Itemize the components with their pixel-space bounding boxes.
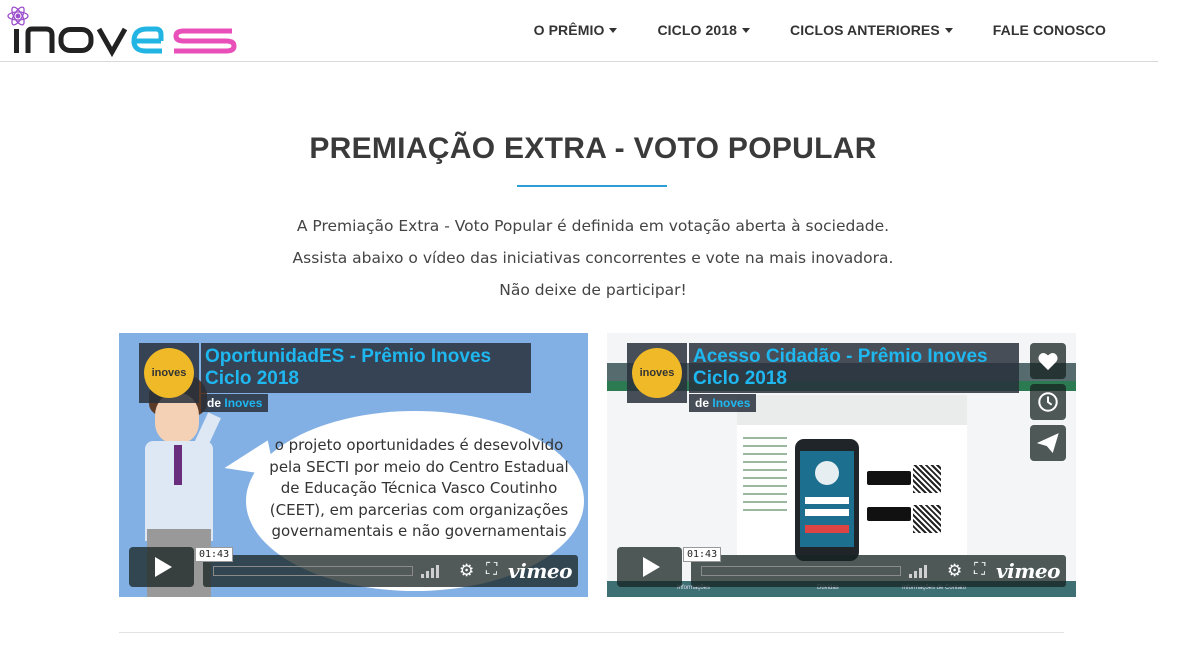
inoves-logo[interactable] xyxy=(6,4,238,58)
caret-down-icon xyxy=(944,27,953,33)
intro-line: Não deixe de participar! xyxy=(499,281,687,299)
character-tie xyxy=(174,445,182,485)
phone-field xyxy=(805,497,849,504)
main-nav: O PRÊMIO CICLO 2018 CICLOS ANTERIORES FA… xyxy=(514,0,1126,60)
byline-prefix: de xyxy=(695,396,710,410)
section-divider xyxy=(119,632,1064,633)
page-title: PREMIAÇÃO EXTRA - VOTO POPULAR xyxy=(309,132,877,165)
video-title-line: Acesso Cidadão - Prêmio Inoves xyxy=(693,346,988,367)
website-header xyxy=(737,395,967,425)
phone-button xyxy=(805,525,849,533)
volume-icon[interactable] xyxy=(421,564,445,578)
nav-ciclo-2018[interactable]: CICLO 2018 xyxy=(637,22,770,38)
video-title-line: Ciclo 2018 xyxy=(205,368,299,389)
phone-field xyxy=(805,509,849,516)
progress-bar[interactable] xyxy=(213,566,413,576)
video-byline: de Inoves xyxy=(689,394,757,412)
volume-icon[interactable] xyxy=(909,564,933,578)
qr-code-icon xyxy=(913,505,941,533)
play-icon xyxy=(155,557,172,577)
author-link[interactable]: Inoves xyxy=(712,396,750,410)
intro-line: Assista abaixo o vídeo das iniciativas c… xyxy=(292,249,894,267)
video-title-line: OportunidadES - Prêmio Inoves xyxy=(205,346,492,367)
author-link[interactable]: Inoves xyxy=(224,396,262,410)
byline-prefix: de xyxy=(207,396,222,410)
app-store-badge xyxy=(867,507,911,521)
caret-down-icon xyxy=(742,27,751,33)
video-player-oportunidades[interactable]: o projeto oportunidades é desevolvido pe… xyxy=(119,333,588,597)
player-controls: ⚙ ⛶ vimeo xyxy=(203,555,578,587)
google-play-badge xyxy=(867,471,911,485)
caret-down-icon xyxy=(609,27,618,33)
nav-o-premio[interactable]: O PRÊMIO xyxy=(514,22,638,38)
top-navbar: O PRÊMIO CICLO 2018 CICLOS ANTERIORES FA… xyxy=(0,0,1158,62)
title-underline xyxy=(517,185,667,187)
channel-avatar[interactable]: inoves xyxy=(627,343,687,403)
gear-icon[interactable]: ⚙ xyxy=(947,562,962,580)
state-seal-icon xyxy=(815,461,839,485)
channel-avatar-logo: inoves xyxy=(144,348,194,398)
nav-label: FALE CONOSCO xyxy=(992,22,1106,38)
nav-label: CICLO 2018 xyxy=(657,22,738,38)
progress-bar[interactable] xyxy=(701,566,901,576)
share-button[interactable] xyxy=(1030,425,1066,461)
gear-icon[interactable]: ⚙ xyxy=(459,562,474,580)
duration-label: 01:43 xyxy=(195,547,234,562)
video-title[interactable]: Acesso Cidadão - Prêmio Inoves Ciclo 201… xyxy=(689,343,1019,393)
nav-ciclos-anteriores[interactable]: CICLOS ANTERIORES xyxy=(770,22,973,38)
player-controls: ⚙ ⛶ vimeo xyxy=(691,555,1066,587)
phone-screen xyxy=(800,451,854,547)
fullscreen-icon[interactable]: ⛶ xyxy=(486,561,497,579)
vimeo-logo[interactable]: vimeo xyxy=(508,559,572,583)
play-icon xyxy=(643,557,660,577)
paper-plane-icon xyxy=(1037,433,1059,453)
nav-fale-conosco[interactable]: FALE CONOSCO xyxy=(973,22,1126,38)
play-button[interactable] xyxy=(617,547,682,587)
video-player-acesso-cidadao[interactable]: Informações Dúvidas Informações de Conta… xyxy=(607,333,1076,597)
intro-text: A Premiação Extra - Voto Popular é defin… xyxy=(0,210,1186,306)
video-title-line: Ciclo 2018 xyxy=(693,368,787,389)
speech-bubble-text: o projeto oportunidades é desevolvido pe… xyxy=(269,436,569,540)
intro-line: A Premiação Extra - Voto Popular é defin… xyxy=(296,217,890,235)
channel-avatar[interactable]: inoves xyxy=(139,343,199,403)
clock-icon xyxy=(1038,392,1058,412)
play-button[interactable] xyxy=(129,547,194,587)
atom-icon xyxy=(7,6,29,26)
qr-code-icon xyxy=(913,465,941,493)
duration-label: 01:43 xyxy=(683,547,722,562)
nav-label: O PRÊMIO xyxy=(533,22,605,38)
like-button[interactable] xyxy=(1030,343,1066,379)
video-title[interactable]: OportunidadES - Prêmio Inoves Ciclo 2018 xyxy=(201,343,531,393)
logo-graphic xyxy=(7,6,237,58)
vimeo-logo[interactable]: vimeo xyxy=(996,559,1060,583)
nav-label: CICLOS ANTERIORES xyxy=(790,22,940,38)
fullscreen-icon[interactable]: ⛶ xyxy=(974,561,985,579)
video-byline: de Inoves xyxy=(201,394,269,412)
heart-icon xyxy=(1038,353,1058,371)
watch-later-button[interactable] xyxy=(1030,384,1066,420)
website-menu xyxy=(743,431,787,517)
channel-avatar-logo: inoves xyxy=(632,348,682,398)
